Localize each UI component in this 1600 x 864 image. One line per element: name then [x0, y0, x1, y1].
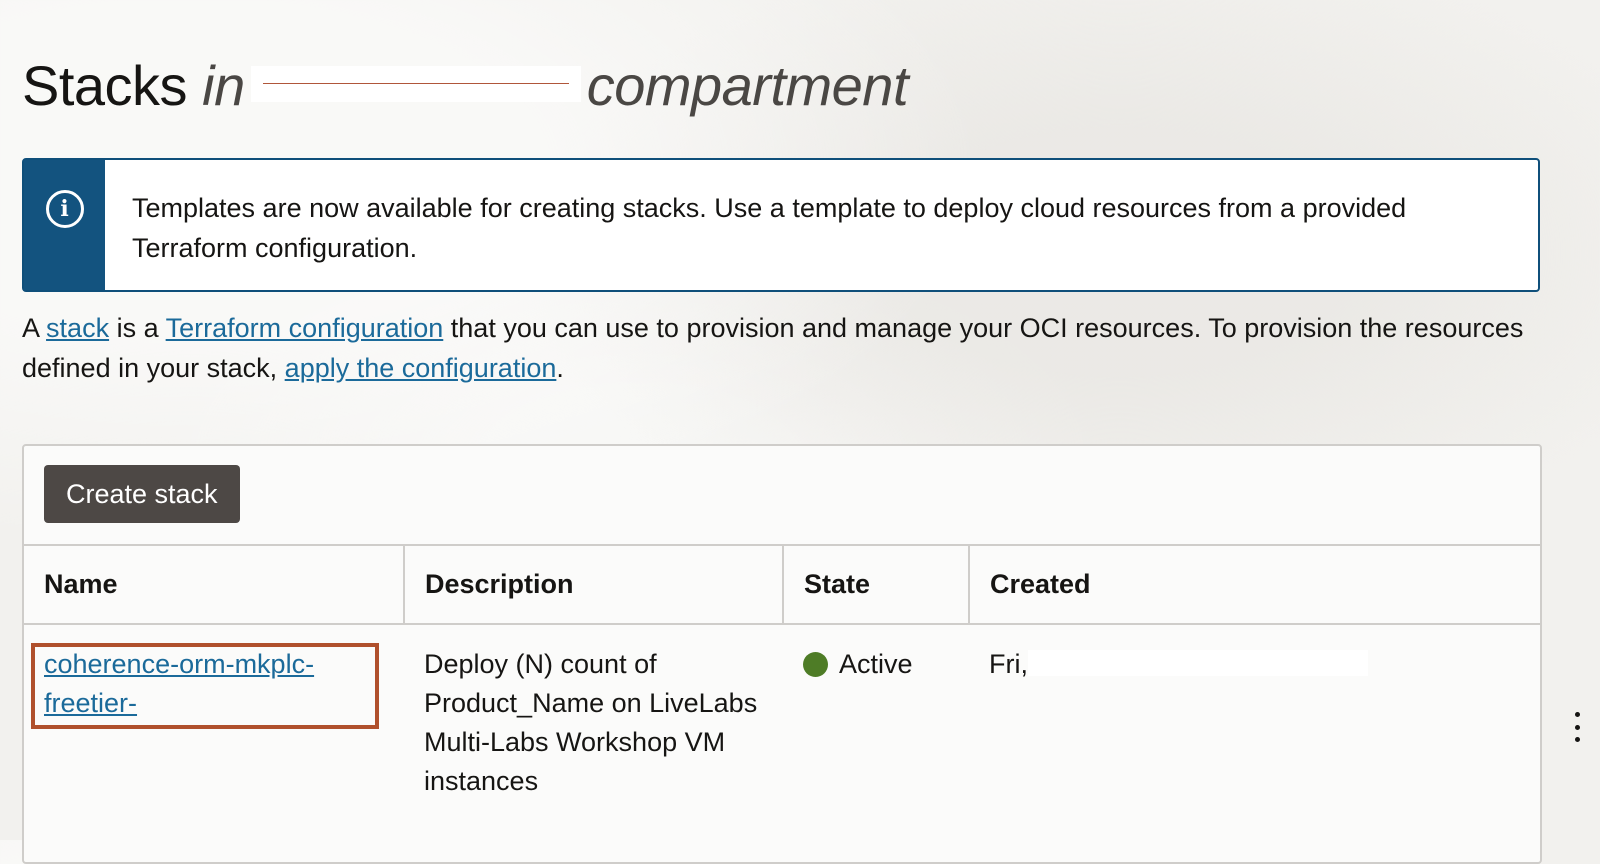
stacks-table-panel: Create stack Name Description State Crea… — [22, 444, 1542, 864]
info-icon: i — [45, 190, 84, 228]
kebab-dot — [1574, 737, 1580, 742]
intro-text-is-a: is a — [116, 313, 159, 343]
stack-created-cell: Fri, — [969, 624, 1540, 801]
title-in: in — [202, 54, 245, 117]
stack-state-cell: Active — [783, 624, 969, 801]
stack-description-cell: Deploy (N) count of Product_Name on Live… — [424, 649, 758, 796]
page-title: Stacks in compartment — [22, 52, 909, 119]
title-prefix: Stacks — [22, 54, 188, 117]
stacks-table: Name Description State Created coherence… — [24, 546, 1540, 801]
stack-name-link[interactable]: coherence-orm-mkplc-freetier- — [44, 649, 314, 718]
create-stack-button[interactable]: Create stack — [44, 465, 240, 523]
intro-paragraph: A stack is a Terraform configuration tha… — [22, 308, 1562, 388]
stack-link[interactable]: stack — [46, 313, 109, 343]
table-toolbar: Create stack — [24, 446, 1540, 546]
info-banner-strip: i — [24, 160, 105, 290]
row-actions-kebab-icon[interactable] — [1570, 712, 1584, 742]
column-header-description: Description — [404, 546, 784, 625]
table-row: coherence-orm-mkplc-freetier- Deploy (N)… — [24, 624, 1540, 801]
kebab-dot — [1574, 712, 1580, 717]
kebab-dot — [1574, 724, 1580, 730]
state-indicator: Active — [803, 645, 949, 684]
column-header-state[interactable]: State — [783, 546, 970, 625]
terraform-configuration-link[interactable]: Terraform configuration — [166, 313, 444, 343]
apply-configuration-link[interactable]: apply the configuration — [285, 353, 557, 383]
title-suffix: compartment — [586, 54, 909, 117]
state-label: Active — [839, 649, 913, 679]
column-header-created[interactable]: Created — [969, 546, 1540, 625]
column-header-name[interactable]: Name — [24, 546, 405, 625]
stack-name-cell: coherence-orm-mkplc-freetier- — [24, 624, 404, 801]
info-banner: i Templates are now available for creati… — [22, 158, 1540, 292]
info-banner-text: Templates are now available for creating… — [132, 193, 1407, 263]
intro-text-end: . — [556, 353, 564, 383]
intro-text-a: A — [22, 313, 39, 343]
redacted-compartment-name — [250, 66, 581, 103]
created-date-prefix: Fri, — [989, 649, 1028, 679]
status-dot-icon — [803, 652, 828, 677]
redacted-created-date — [1027, 649, 1368, 676]
table-header-row: Name Description State Created — [24, 546, 1540, 625]
